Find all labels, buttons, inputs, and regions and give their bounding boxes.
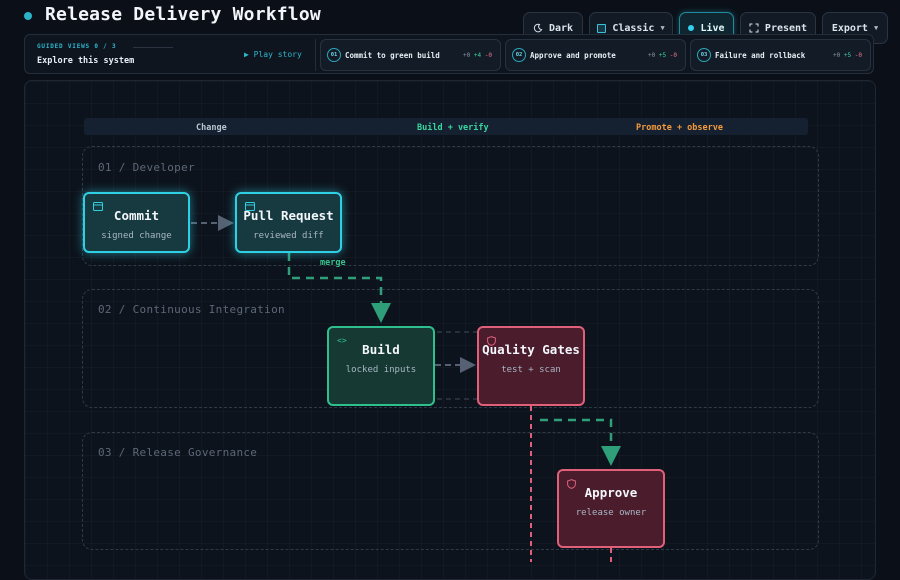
- node-subtitle: test + scan: [501, 365, 561, 375]
- node-subtitle: locked inputs: [345, 365, 417, 375]
- node-title: Build: [362, 342, 400, 357]
- edge-quality-to-approve: [540, 418, 621, 466]
- node-subtitle: reviewed diff: [253, 231, 324, 241]
- node-pull-request[interactable]: Pull Request reviewed diff: [235, 192, 342, 253]
- edges-layer: [191, 215, 621, 562]
- node-title: Approve: [584, 485, 638, 500]
- node-approve[interactable]: Approve release owner: [557, 469, 665, 548]
- node-subtitle: release owner: [575, 508, 647, 518]
- node-title: Quality Gates: [482, 342, 580, 357]
- node-title: Commit: [113, 208, 160, 223]
- node-subtitle: signed change: [101, 231, 172, 241]
- node-title: Pull Request: [243, 208, 334, 223]
- edge-label-merge: merge: [320, 258, 346, 268]
- node-commit[interactable]: Commit signed change: [83, 192, 190, 253]
- node-build[interactable]: <> Build locked inputs: [327, 326, 435, 406]
- node-quality-gates[interactable]: Quality Gates test + scan: [477, 326, 585, 406]
